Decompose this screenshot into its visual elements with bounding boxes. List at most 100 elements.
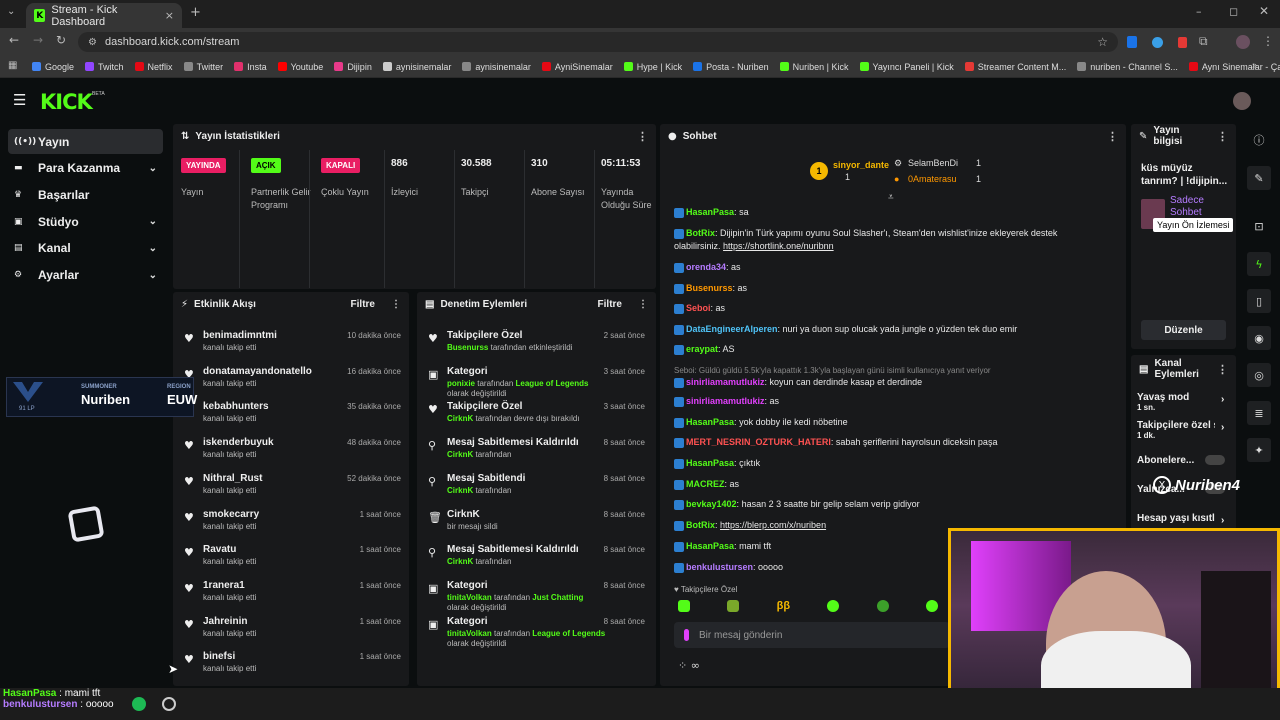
bookmark-item[interactable]: Google: [32, 62, 74, 72]
follower-name[interactable]: smokecarry: [203, 509, 259, 520]
emote-icon[interactable]: [926, 600, 938, 612]
follower-name[interactable]: Ravatu: [203, 544, 236, 555]
list-item[interactable]: ♥ iskenderbuyuk kanalı takip etti 48 dakika…: [181, 435, 407, 471]
emote-icon[interactable]: [727, 600, 740, 612]
chevron-down-icon[interactable]: ⌄: [149, 216, 157, 227]
moderation-filter-button[interactable]: Filtre: [598, 299, 622, 310]
lightning-icon[interactable]: ϟ: [1247, 252, 1271, 276]
bookmark-item[interactable]: nuriben - Channel S...: [1077, 62, 1178, 72]
emote-icon[interactable]: [827, 600, 840, 612]
list-item[interactable]: ♥ smokecarry kanalı takip etti 1 saat önce: [181, 507, 407, 543]
chat-link[interactable]: https://shortlink.one/nuribnn: [723, 241, 834, 251]
follower-name[interactable]: Nithral_Rust: [203, 473, 262, 484]
emote-icon[interactable]: ββ: [777, 600, 790, 614]
channel-action-item[interactable]: Yavaş mod 1 sn. ›: [1137, 392, 1229, 416]
follower-name[interactable]: 1ranera1: [203, 580, 245, 591]
info-more-icon[interactable]: ⋮: [1217, 130, 1228, 143]
moderator-name[interactable]: CirknK: [447, 486, 473, 495]
emote-icon[interactable]: [678, 600, 690, 612]
follower-name[interactable]: kebabhunters: [203, 401, 269, 412]
stack-icon[interactable]: ≣: [1247, 401, 1271, 425]
tab-list-icon[interactable]: ⌄: [7, 6, 15, 17]
moderation-item[interactable]: ♥ Takipçilere Özel CirknK tarafından devre…: [425, 399, 651, 435]
sidebar-item-4[interactable]: ▤ Kanal ⌄: [8, 236, 163, 261]
pencil-icon[interactable]: ✎: [1247, 166, 1271, 190]
chat-username[interactable]: MERT_NESRIN_OZTURK_HATERI: [686, 437, 831, 447]
tools-icon[interactable]: ✦: [1247, 438, 1271, 462]
sidebar-item-5[interactable]: ⚙ Ayarlar ⌄: [8, 263, 163, 288]
list-item[interactable]: ♥ donatamayandonatello kanalı takip etti 16…: [181, 364, 407, 400]
moderation-item[interactable]: ▣ Kategori tinitaVolkan tarafından Just Ch…: [425, 578, 651, 614]
info-icon[interactable]: ⓘ: [1247, 128, 1271, 152]
leader-3-name[interactable]: 0Amaterasu: [908, 174, 957, 184]
chevron-down-icon[interactable]: ⌄: [149, 163, 157, 174]
sidebar-item-3[interactable]: ▣ Stüdyo ⌄: [8, 209, 163, 234]
bookmark-item[interactable]: aynisinemalar: [462, 62, 531, 72]
chat-username[interactable]: eraypat: [686, 344, 718, 354]
url-bar[interactable]: ⚙ dashboard.kick.com/stream ☆: [78, 32, 1118, 52]
moderation-item[interactable]: ♥ Takipçilere Özel Busenurss tarafından et…: [425, 328, 651, 364]
broadcast-rail-icon[interactable]: ◎: [1247, 363, 1271, 387]
bookmark-item[interactable]: Youtube: [277, 62, 323, 72]
chevron-right-icon[interactable]: ›: [1221, 515, 1224, 526]
extension-cloud-icon[interactable]: [1152, 37, 1163, 48]
moderation-item[interactable]: ⚲ Mesaj Sabitlemesi Kaldırıldı CirknK tara…: [425, 542, 651, 578]
follower-name[interactable]: benimadimntmi: [203, 330, 277, 341]
moderation-item[interactable]: ⚲ Mesaj Sabitlemesi Kaldırıldı CirknK tara…: [425, 435, 651, 471]
bookmark-item[interactable]: aynisinemalar: [382, 62, 451, 72]
moderator-name[interactable]: tinitaVolkan: [447, 629, 492, 638]
moderation-item[interactable]: ⚲ Mesaj Sabitlendi CirknK tarafından 8 saat…: [425, 471, 651, 507]
bookmark-item[interactable]: Aynı Sinemalar - Ça...: [1188, 62, 1280, 72]
chevron-right-icon[interactable]: ›: [1221, 422, 1224, 433]
bookmark-item[interactable]: Yayıncı Paneli | Kick: [859, 62, 954, 72]
follower-name[interactable]: Jahreinin: [203, 616, 247, 627]
list-item[interactable]: ♥ 1ranera1 kanalı takip etti 1 saat önce: [181, 578, 407, 614]
chat-username[interactable]: sinirliamamutlukiz: [686, 377, 765, 387]
follower-name[interactable]: iskenderbuyuk: [203, 437, 274, 448]
sidebar-item-0[interactable]: ((•)) Yayın: [8, 129, 163, 154]
chat-more-icon[interactable]: ⋮: [1107, 130, 1118, 143]
apps-grid-icon[interactable]: ▦: [8, 60, 17, 71]
chat-username[interactable]: HasanPasa: [686, 207, 734, 217]
chat-username[interactable]: orenda34: [686, 262, 726, 272]
chat-icon[interactable]: ◉: [1247, 326, 1271, 350]
bookmark-item[interactable]: Dijipin: [334, 62, 372, 72]
activity-more-icon[interactable]: ⋮: [391, 299, 401, 310]
chat-link[interactable]: https://blerp.com/x/nuriben: [720, 520, 826, 530]
list-item[interactable]: ♥ Nithral_Rust kanalı takip etti 52 dakika …: [181, 471, 407, 507]
minimize-icon[interactable]: –: [1196, 5, 1202, 18]
emote-icon[interactable]: [876, 600, 889, 612]
chat-username[interactable]: sinirliamamutlukiz: [686, 396, 765, 406]
browser-tab[interactable]: K Stream - Kick Dashboard ×: [26, 3, 182, 28]
new-tab-icon[interactable]: +: [190, 5, 201, 20]
extension-red-icon[interactable]: [1178, 37, 1187, 48]
chat-settings-icon[interactable]: ⁘ ∞: [678, 659, 700, 672]
moderation-item[interactable]: ▣ Kategori ponixie tarafından League of Le…: [425, 364, 651, 400]
stats-more-icon[interactable]: ⋮: [637, 130, 648, 143]
chat-username[interactable]: BotRix: [686, 228, 715, 238]
bookmark-item[interactable]: Nuriben | Kick: [779, 62, 849, 72]
bookmark-star-icon[interactable]: ☆: [1097, 35, 1108, 49]
extension-shield-icon[interactable]: [1127, 36, 1137, 48]
bookmarks-overflow-icon[interactable]: »: [1252, 60, 1257, 70]
moderation-item[interactable]: ▣ Kategori tinitaVolkan tarafından League …: [425, 614, 651, 650]
toggle-switch[interactable]: [1205, 455, 1225, 465]
bookmark-item[interactable]: Streamer Content M...: [964, 62, 1066, 72]
bookmark-item[interactable]: Twitch: [85, 62, 124, 72]
preview-icon[interactable]: ⊡: [1247, 214, 1271, 238]
maximize-icon[interactable]: ◻: [1229, 5, 1238, 18]
channel-actions-more-icon[interactable]: ⋮: [1217, 363, 1228, 376]
moderation-item[interactable]: 🗑 CirknK bir mesajı sildi 8 saat önce: [425, 507, 651, 543]
user-avatar[interactable]: [1233, 92, 1251, 110]
moderator-name[interactable]: ponixie: [447, 379, 475, 388]
close-window-icon[interactable]: ✕: [1259, 4, 1269, 18]
back-icon[interactable]: ←: [9, 33, 19, 47]
moderator-name[interactable]: CirknK: [447, 450, 473, 459]
chat-username[interactable]: bevkay1402: [686, 499, 737, 509]
hamburger-menu-icon[interactable]: ☰: [13, 91, 26, 109]
chevron-right-icon[interactable]: ›: [1221, 394, 1224, 405]
chat-username[interactable]: Busenurss: [686, 283, 733, 293]
moderator-name[interactable]: tinitaVolkan: [447, 593, 492, 602]
site-info-icon[interactable]: ⚙: [88, 37, 97, 48]
chat-username[interactable]: HasanPasa: [686, 541, 734, 551]
